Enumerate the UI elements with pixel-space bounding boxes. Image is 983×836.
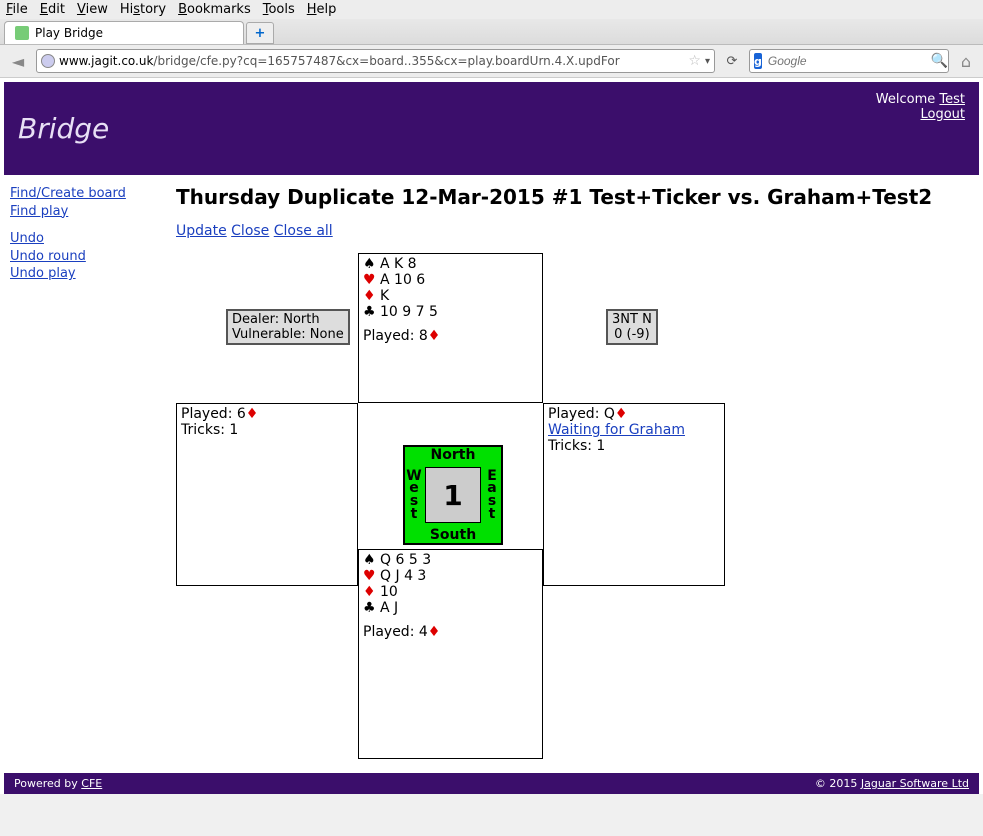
- sidebar-find-play[interactable]: Find play: [10, 203, 68, 221]
- north-diamonds: K: [363, 288, 538, 304]
- page: Welcome Test Logout Bridge Find/Create b…: [0, 78, 983, 794]
- footer: Powered by CFE © 2015 Jaguar Software Lt…: [4, 773, 979, 794]
- menu-bookmarks[interactable]: Bookmarks: [178, 2, 251, 17]
- sidebar-undo-round[interactable]: Undo round: [10, 248, 86, 266]
- north-clubs: 10 9 7 5: [363, 304, 538, 320]
- diamond-icon: [428, 328, 441, 344]
- dealer-box: Dealer: North Vulnerable: None: [226, 309, 350, 345]
- south-diamonds: 10: [363, 584, 538, 600]
- close-all-link[interactable]: Close all: [274, 223, 333, 239]
- search-bar[interactable]: g 🔍: [749, 49, 949, 73]
- club-icon: [363, 304, 376, 320]
- diamond-icon: [363, 288, 376, 304]
- tab-active[interactable]: Play Bridge: [4, 21, 244, 44]
- menu-edit[interactable]: Edit: [40, 2, 65, 17]
- sidebar-undo[interactable]: Undo: [10, 230, 44, 248]
- dealer-line: Dealer: North: [232, 312, 344, 327]
- spade-icon: [363, 256, 376, 272]
- welcome-label: Welcome: [876, 92, 935, 107]
- menu-tools[interactable]: Tools: [263, 2, 295, 17]
- menu-history[interactable]: History: [120, 2, 166, 17]
- compass-west: West: [407, 465, 421, 525]
- north-hearts: A 10 6: [363, 272, 538, 288]
- east-hand: Played: Q Waiting for Graham Tricks: 1: [543, 403, 725, 586]
- east-played: Played: Q: [548, 406, 720, 422]
- new-tab-button[interactable]: +: [246, 22, 274, 44]
- compass-south: South: [405, 527, 501, 543]
- contract-box: 3NT N 0 (-9): [606, 309, 658, 345]
- south-hearts: Q J 4 3: [363, 568, 538, 584]
- contract-line1: 3NT N: [612, 312, 652, 327]
- update-link[interactable]: Update: [176, 223, 227, 239]
- favicon-icon: [15, 26, 29, 40]
- bookmark-star-icon[interactable]: ☆: [688, 53, 701, 69]
- spade-icon: [363, 552, 376, 568]
- north-played: Played: 8: [363, 328, 538, 344]
- globe-icon: [41, 54, 55, 68]
- jaguar-link[interactable]: Jaguar Software Ltd: [861, 777, 969, 790]
- heart-icon: [363, 272, 376, 288]
- cfe-link[interactable]: CFE: [81, 777, 102, 790]
- logout-link[interactable]: Logout: [920, 107, 965, 122]
- board-number: 1: [425, 467, 481, 523]
- diamond-icon: [246, 406, 259, 422]
- east-tricks: Tricks: 1: [548, 438, 720, 454]
- url-bar[interactable]: www.jagit.co.uk/bridge/cfe.py?cq=1657574…: [36, 49, 715, 73]
- south-played: Played: 4: [363, 624, 538, 640]
- sidebar-undo-play[interactable]: Undo play: [10, 265, 76, 283]
- close-link[interactable]: Close: [231, 223, 269, 239]
- reload-button[interactable]: ⟳: [721, 50, 743, 72]
- tab-strip: Play Bridge +: [0, 19, 983, 45]
- club-icon: [363, 600, 376, 616]
- south-hand: Q 6 5 3 Q J 4 3 10 A J Played: 4: [358, 549, 543, 759]
- contract-line2: 0 (-9): [612, 327, 652, 342]
- toolbar: ◄ www.jagit.co.uk/bridge/cfe.py?cq=16575…: [0, 45, 983, 78]
- west-hand: Played: 6 Tricks: 1: [176, 403, 358, 586]
- compass-north: North: [405, 447, 501, 463]
- google-icon: g: [754, 53, 762, 69]
- sidebar: Find/Create board Find play Undo Undo ro…: [10, 185, 166, 759]
- tab-title: Play Bridge: [35, 26, 103, 40]
- diamond-icon: [428, 624, 441, 640]
- user-link[interactable]: Test: [939, 92, 965, 107]
- compass: North South West East 1: [403, 445, 503, 545]
- south-clubs: A J: [363, 600, 538, 616]
- url-text: www.jagit.co.uk/bridge/cfe.py?cq=1657574…: [59, 54, 684, 68]
- diamond-icon: [363, 584, 376, 600]
- north-spades: A K 8: [363, 256, 538, 272]
- heart-icon: [363, 568, 376, 584]
- back-button[interactable]: ◄: [6, 50, 30, 72]
- menu-view[interactable]: View: [77, 2, 108, 17]
- compass-east: East: [485, 465, 499, 525]
- diamond-icon: [615, 406, 628, 422]
- menubar: File Edit View History Bookmarks Tools H…: [0, 0, 983, 19]
- sidebar-find-create[interactable]: Find/Create board: [10, 185, 126, 203]
- north-hand: A K 8 A 10 6 K 10 9 7 5 Played: 8: [358, 253, 543, 403]
- user-box: Welcome Test Logout: [876, 92, 965, 122]
- menu-help[interactable]: Help: [307, 2, 337, 17]
- site-title: Bridge: [18, 112, 965, 145]
- west-played: Played: 6: [181, 406, 353, 422]
- action-links: Update Close Close all: [176, 223, 973, 239]
- url-dropdown-icon[interactable]: ▾: [705, 56, 710, 67]
- banner: Welcome Test Logout Bridge: [4, 82, 979, 175]
- search-icon[interactable]: 🔍: [931, 53, 948, 69]
- footer-left: Powered by CFE: [14, 777, 102, 790]
- south-spades: Q 6 5 3: [363, 552, 538, 568]
- search-input[interactable]: [766, 53, 927, 69]
- board-area: Dealer: North Vulnerable: None 3NT N 0 (…: [176, 253, 936, 759]
- west-tricks: Tricks: 1: [181, 422, 353, 438]
- main: Thursday Duplicate 12-Mar-2015 #1 Test+T…: [176, 185, 973, 759]
- page-heading: Thursday Duplicate 12-Mar-2015 #1 Test+T…: [176, 185, 973, 209]
- home-button[interactable]: ⌂: [955, 50, 977, 72]
- vulnerable-line: Vulnerable: None: [232, 327, 344, 342]
- footer-right: © 2015 Jaguar Software Ltd: [815, 777, 969, 790]
- content: Find/Create board Find play Undo Undo ro…: [4, 175, 979, 769]
- waiting-link[interactable]: Waiting for Graham: [548, 422, 685, 438]
- menu-file[interactable]: File: [6, 2, 28, 17]
